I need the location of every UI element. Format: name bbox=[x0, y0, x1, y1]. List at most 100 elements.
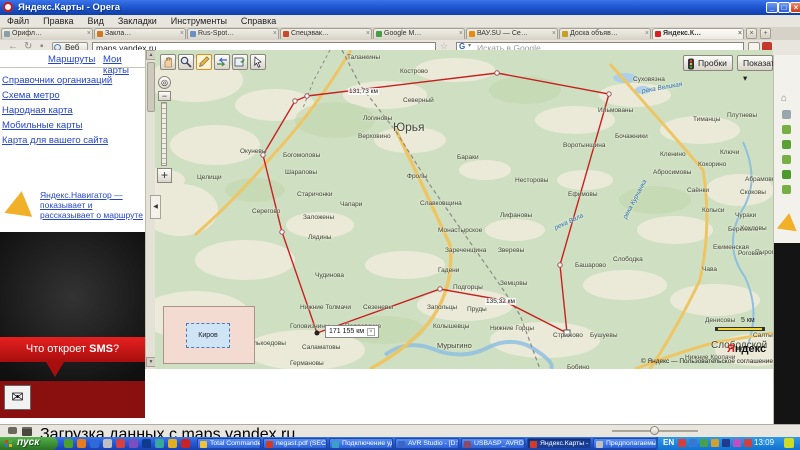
show-dropdown-button[interactable]: Показать ▾ bbox=[737, 55, 773, 71]
route-vertex[interactable] bbox=[495, 71, 499, 75]
browser-tab[interactable]: Доска объяв…× bbox=[559, 28, 651, 39]
tab-close-icon[interactable]: × bbox=[87, 29, 91, 38]
scrollbar-thumb[interactable] bbox=[147, 62, 155, 112]
ruler-tool-button[interactable] bbox=[196, 54, 212, 70]
close-tab-button[interactable]: × bbox=[746, 28, 757, 39]
zoom-slider-track[interactable] bbox=[161, 102, 167, 166]
locate-button[interactable]: ◎ bbox=[158, 76, 171, 89]
sidebar-link[interactable]: Карта для вашего сайта bbox=[2, 135, 108, 146]
quick-launch-icon[interactable] bbox=[142, 439, 151, 448]
route-vertex[interactable] bbox=[280, 230, 284, 234]
tray-icon[interactable] bbox=[722, 439, 730, 447]
tray-icon[interactable] bbox=[733, 439, 741, 447]
route-vertex[interactable] bbox=[315, 331, 320, 336]
menu-item-Файл[interactable]: Файл bbox=[0, 15, 36, 27]
map-label: Воротынщина bbox=[563, 142, 605, 149]
browser-tab[interactable]: Яндекс.К…× bbox=[652, 28, 744, 39]
tray-icon[interactable] bbox=[689, 439, 697, 447]
search-engine-dropdown-icon[interactable]: ▾ bbox=[468, 42, 471, 49]
tab-close-icon[interactable]: × bbox=[180, 29, 184, 38]
tab-close-icon[interactable]: × bbox=[738, 29, 742, 38]
quick-launch-icon[interactable] bbox=[77, 439, 86, 448]
route-vertex[interactable] bbox=[607, 92, 611, 96]
minimize-button[interactable]: _ bbox=[766, 2, 778, 13]
envelope-icon[interactable]: ✉ bbox=[4, 385, 31, 410]
sidebar-link[interactable]: Народная карта bbox=[2, 105, 73, 116]
tab-close-icon[interactable]: × bbox=[273, 29, 277, 38]
route-total-close-icon[interactable]: × bbox=[367, 328, 375, 336]
taskbar-button[interactable]: Яндекс.Карты - О... bbox=[527, 438, 591, 449]
ad-ribbon[interactable]: Что откроет SMS? bbox=[0, 337, 145, 362]
taskbar-button[interactable]: AVR Studio - [D:\A... bbox=[395, 438, 459, 449]
tab-close-icon[interactable]: × bbox=[645, 29, 649, 38]
route-vertex[interactable] bbox=[438, 287, 442, 291]
sidebar-link[interactable]: Схема метро bbox=[2, 90, 60, 101]
route-vertex[interactable] bbox=[293, 99, 297, 103]
pan-tool-button[interactable] bbox=[160, 54, 176, 70]
routes-tool-button[interactable] bbox=[214, 54, 230, 70]
browser-tab[interactable]: Rus-Spot…× bbox=[187, 28, 279, 39]
tray-icon[interactable] bbox=[711, 439, 719, 447]
sidebar-tab[interactable]: Маршруты bbox=[48, 54, 95, 65]
browser-tab[interactable]: Орифл…× bbox=[1, 28, 93, 39]
start-button[interactable]: пуск bbox=[0, 437, 58, 450]
quick-launch-icon[interactable] bbox=[129, 439, 138, 448]
quick-launch-icon[interactable] bbox=[155, 439, 164, 448]
zoom-tool-button[interactable] bbox=[178, 54, 194, 70]
page-zoom-thumb[interactable] bbox=[650, 426, 659, 435]
tab-close-icon[interactable]: × bbox=[459, 29, 463, 38]
map-label: Кокорино bbox=[698, 161, 726, 168]
tray-icon[interactable] bbox=[700, 439, 708, 447]
sidebar-collapse-button[interactable]: ◀ bbox=[150, 195, 161, 219]
tray-icon[interactable] bbox=[744, 439, 752, 447]
menu-item-Правка[interactable]: Правка bbox=[36, 15, 80, 27]
quick-launch-icon[interactable] bbox=[116, 439, 125, 448]
map-canvas[interactable]: ЮрьяТаланкиныКостровоСеверныйЛогиновыВер… bbox=[155, 50, 773, 369]
browser-tab[interactable]: ВАУ.SU — Се…× bbox=[466, 28, 558, 39]
taskbar-button[interactable]: negast.pdf (SECUR... bbox=[263, 438, 327, 449]
route-vertex[interactable] bbox=[558, 263, 562, 267]
export-tool-button[interactable] bbox=[232, 54, 248, 70]
taskbar-button[interactable]: Total Commander 7... bbox=[197, 438, 261, 449]
menu-item-Вид[interactable]: Вид bbox=[81, 15, 111, 27]
minimap-viewport-box[interactable]: Киров bbox=[186, 323, 230, 348]
quick-launch-icon[interactable] bbox=[168, 439, 177, 448]
language-indicator[interactable]: EN bbox=[663, 438, 674, 447]
route-total-label[interactable]: 171 155 км× bbox=[325, 325, 379, 338]
tray-icon[interactable] bbox=[678, 439, 686, 447]
title-bar[interactable]: Яндекс.Карты - Opera _ □ × bbox=[0, 0, 800, 15]
maximize-button[interactable]: □ bbox=[778, 2, 790, 13]
sidebar-tab[interactable]: Мои карты bbox=[103, 54, 145, 76]
menu-item-Закладки[interactable]: Закладки bbox=[111, 15, 164, 27]
menu-item-Справка[interactable]: Справка bbox=[234, 15, 283, 27]
tab-close-icon[interactable]: × bbox=[552, 29, 556, 38]
zoom-in-button[interactable]: + bbox=[157, 168, 172, 183]
sidebar-link[interactable]: Справочник организаций bbox=[2, 75, 112, 86]
browser-tab[interactable]: Google М…× bbox=[373, 28, 465, 39]
tab-close-icon[interactable]: × bbox=[366, 29, 370, 38]
ad-banner[interactable]: Что откроет SMS? ✉ bbox=[0, 232, 145, 418]
map-copyright[interactable]: © Яндекс — Пользовательское соглашение bbox=[625, 358, 773, 365]
navigator-promo-link[interactable]: Яндекс.Навигатор — показывает и рассказы… bbox=[40, 190, 146, 220]
taskbar-button[interactable]: Предполагаемый... bbox=[593, 438, 657, 449]
quick-launch-icon[interactable] bbox=[64, 439, 73, 448]
tray-extra-icon[interactable] bbox=[784, 438, 794, 448]
traffic-button[interactable]: Пробки bbox=[683, 55, 733, 71]
map-label: Колышевцы bbox=[433, 323, 469, 330]
map-label: Пруды bbox=[467, 306, 487, 313]
browser-tab[interactable]: Закла…× bbox=[94, 28, 186, 39]
close-button[interactable]: × bbox=[790, 2, 800, 13]
taskbar-button[interactable]: USBASP_AVRDUDE... bbox=[461, 438, 525, 449]
new-tab-button[interactable]: + bbox=[760, 28, 771, 39]
pointer-tool-button[interactable] bbox=[250, 54, 266, 70]
browser-tab[interactable]: Спецэвак…× bbox=[280, 28, 372, 39]
quick-launch-icon[interactable] bbox=[181, 439, 190, 448]
menu-item-Инструменты[interactable]: Инструменты bbox=[164, 15, 234, 27]
route-vertex[interactable] bbox=[305, 94, 309, 98]
quick-launch-icon[interactable] bbox=[103, 439, 112, 448]
taskbar-button[interactable]: Подключение уда... bbox=[329, 438, 393, 449]
quick-launch-icon[interactable] bbox=[90, 439, 99, 448]
zoom-out-button[interactable]: − bbox=[158, 91, 171, 101]
sidebar-link[interactable]: Мобильные карты bbox=[2, 120, 82, 131]
overview-minimap[interactable]: Киров bbox=[163, 306, 255, 364]
